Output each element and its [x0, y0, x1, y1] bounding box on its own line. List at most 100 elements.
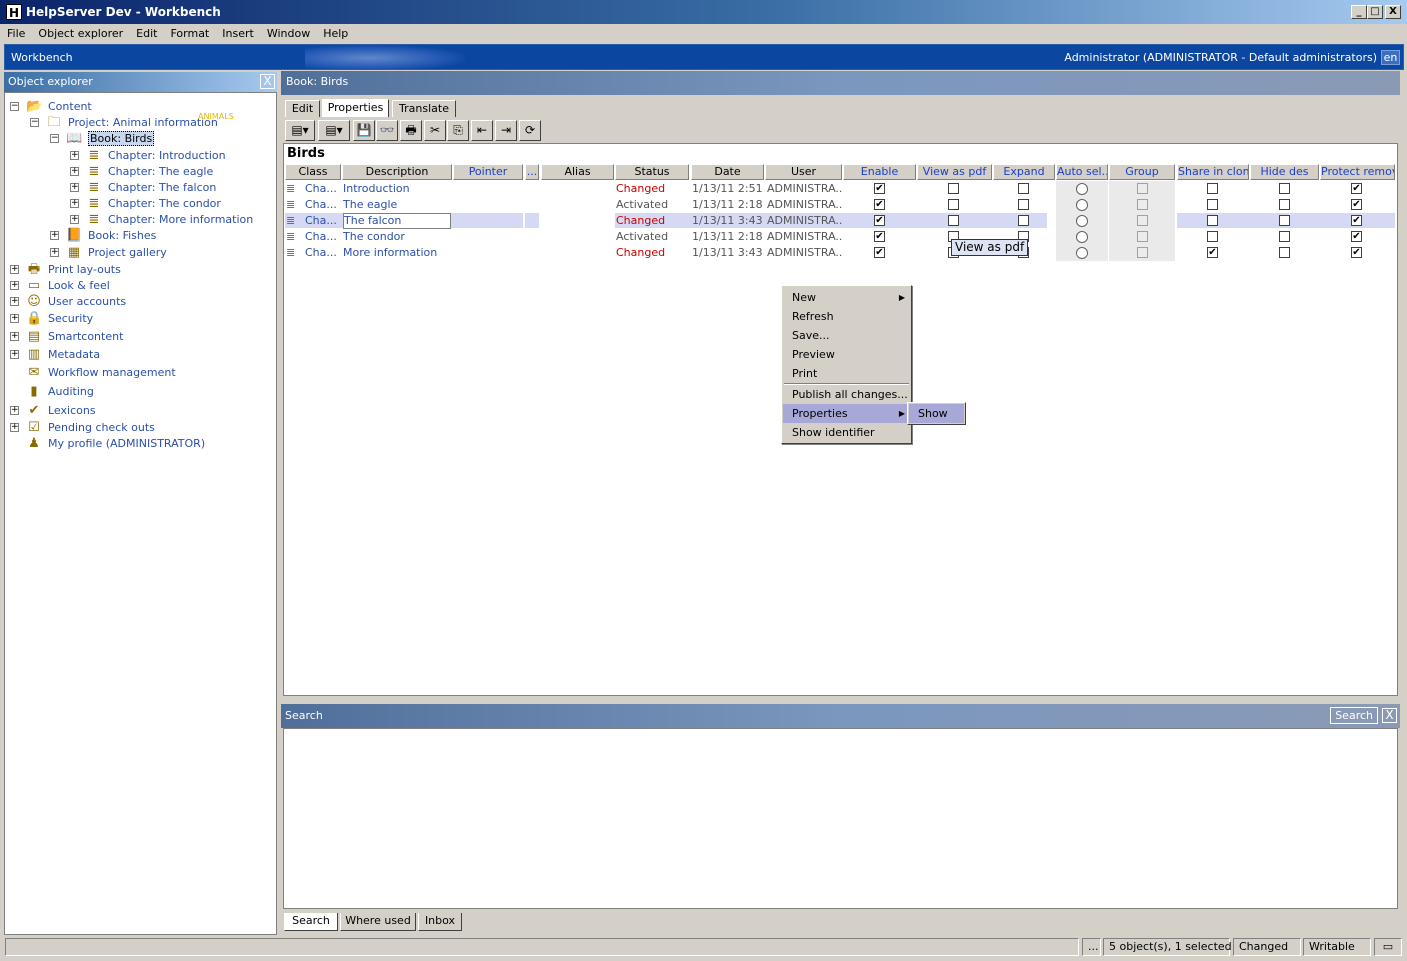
column-header[interactable]: Alias — [541, 164, 614, 180]
context-menu-publish-all[interactable]: Publish all changes... — [783, 385, 910, 404]
checkbox-hide[interactable] — [1279, 247, 1290, 258]
close-window-button[interactable]: X — [1385, 5, 1401, 19]
column-header[interactable]: Date — [691, 164, 764, 180]
bottom-tab-inbox[interactable]: Inbox — [418, 913, 462, 931]
checkbox-enable[interactable]: ✔ — [874, 215, 885, 226]
language-button[interactable]: en — [1381, 50, 1400, 65]
checkbox-pdf[interactable] — [948, 199, 959, 210]
checkbox-expand[interactable] — [1018, 215, 1029, 226]
auto-select-radio[interactable] — [1076, 183, 1088, 195]
checkbox-enable[interactable]: ✔ — [874, 199, 885, 210]
status-dots[interactable]: ... — [1082, 938, 1101, 956]
menu-window[interactable]: Window — [260, 24, 316, 40]
checkbox-pdf[interactable] — [948, 183, 959, 194]
checkbox-protect[interactable]: ✔ — [1351, 215, 1362, 226]
menu-object-explorer[interactable]: Object explorer — [31, 24, 129, 40]
tree-expander-icon[interactable]: + — [10, 406, 19, 415]
indent-button[interactable]: ⇥ — [495, 120, 517, 141]
checkbox-enable[interactable]: ✔ — [874, 183, 885, 194]
context-menu-new[interactable]: New ▶ — [783, 288, 910, 307]
minimize-button[interactable]: _ — [1351, 5, 1367, 19]
auto-select-radio[interactable] — [1076, 247, 1088, 259]
checkbox-share[interactable] — [1207, 231, 1218, 242]
checkbox-hide[interactable] — [1279, 231, 1290, 242]
print-button[interactable]: 🖶 — [400, 120, 422, 141]
checkbox-enable[interactable]: ✔ — [874, 231, 885, 242]
checkbox-expand[interactable] — [1018, 183, 1029, 194]
checkbox-hide[interactable] — [1279, 215, 1290, 226]
checkbox-protect[interactable]: ✔ — [1351, 247, 1362, 258]
tree-expander-icon[interactable]: + — [50, 231, 59, 240]
view-dropdown-button[interactable]: ▤▾ — [318, 120, 350, 141]
column-header[interactable]: Group — [1109, 164, 1175, 180]
column-header[interactable]: Share in clone — [1177, 164, 1249, 180]
checkbox-protect[interactable]: ✔ — [1351, 183, 1362, 194]
column-header[interactable]: Description — [342, 164, 452, 180]
menu-file[interactable]: File — [0, 24, 31, 40]
column-header[interactable]: User — [765, 164, 842, 180]
checkbox-protect[interactable]: ✔ — [1351, 231, 1362, 242]
tree-expander-icon[interactable]: + — [10, 332, 19, 341]
context-menu-preview[interactable]: Preview — [783, 345, 910, 364]
checkbox-share[interactable]: ✔ — [1207, 247, 1218, 258]
tree-expander-icon[interactable]: + — [70, 183, 79, 192]
tree-expander-icon[interactable]: + — [10, 265, 19, 274]
tree-expander-icon[interactable]: + — [70, 167, 79, 176]
outdent-button[interactable]: ⇤ — [471, 120, 493, 141]
explorer-close-icon[interactable]: X — [260, 74, 275, 89]
tree-expander-icon[interactable]: + — [10, 281, 19, 290]
new-dropdown-button[interactable]: ▤▾ — [285, 120, 315, 141]
tree-expander-icon[interactable]: + — [70, 199, 79, 208]
tree-expander-icon[interactable]: + — [70, 215, 79, 224]
column-header[interactable]: Status — [615, 164, 689, 180]
checkbox-hide[interactable] — [1279, 183, 1290, 194]
column-header[interactable]: Hide des — [1250, 164, 1319, 180]
tree-expander-icon[interactable]: + — [70, 151, 79, 160]
menu-edit[interactable]: Edit — [129, 24, 163, 40]
menu-format[interactable]: Format — [163, 24, 215, 40]
copy-button[interactable]: ⎘ — [447, 120, 469, 141]
tree-expander-icon[interactable]: + — [10, 423, 19, 432]
tab-properties[interactable]: Properties — [322, 99, 389, 117]
checkbox-share[interactable] — [1207, 199, 1218, 210]
preview-button[interactable]: 👓 — [376, 120, 398, 141]
column-header[interactable]: Enable — [843, 164, 916, 180]
cut-button[interactable]: ✂ — [424, 120, 446, 141]
checkbox-hide[interactable] — [1279, 199, 1290, 210]
column-header[interactable]: Expand — [993, 164, 1055, 180]
tree-expander-icon[interactable]: + — [10, 297, 19, 306]
column-header[interactable]: Class — [285, 164, 341, 180]
submenu-show[interactable]: Show — [909, 404, 964, 423]
tab-translate[interactable]: Translate — [392, 100, 456, 117]
context-menu-save[interactable]: Save... — [783, 326, 910, 345]
tree-expander-icon[interactable]: + — [10, 314, 19, 323]
tree-expander-icon[interactable]: + — [10, 350, 19, 359]
save-button[interactable]: 💾 — [353, 120, 375, 141]
tree-expander-icon[interactable]: − — [50, 134, 59, 143]
search-button[interactable]: Search — [1330, 707, 1378, 724]
tree-expander-icon[interactable]: − — [10, 102, 19, 111]
menu-help[interactable]: Help — [316, 24, 354, 40]
context-menu-refresh[interactable]: Refresh — [783, 307, 910, 326]
column-header[interactable]: View as pdf — [917, 164, 992, 180]
column-header[interactable]: Pointer — [453, 164, 523, 180]
menu-insert[interactable]: Insert — [215, 24, 260, 40]
column-header[interactable]: Protect remov... — [1320, 164, 1395, 180]
bottom-tab-where-used[interactable]: Where used — [340, 913, 416, 931]
tab-edit[interactable]: Edit — [285, 100, 320, 117]
checkbox-share[interactable] — [1207, 183, 1218, 194]
checkbox-expand[interactable] — [1018, 199, 1029, 210]
auto-select-radio[interactable] — [1076, 231, 1088, 243]
refresh-button[interactable]: ⟳ — [519, 120, 541, 141]
checkbox-pdf[interactable] — [948, 215, 959, 226]
search-close-icon[interactable]: X — [1382, 708, 1397, 723]
context-menu-properties[interactable]: Properties ▶ — [783, 404, 910, 423]
context-menu-print[interactable]: Print — [783, 364, 910, 383]
auto-select-radio[interactable] — [1076, 215, 1088, 227]
tree-expander-icon[interactable]: − — [30, 118, 39, 127]
bottom-tab-search[interactable]: Search — [284, 913, 338, 931]
column-header[interactable]: ... — [525, 164, 539, 180]
checkbox-enable[interactable]: ✔ — [874, 247, 885, 258]
checkbox-share[interactable] — [1207, 215, 1218, 226]
maximize-button[interactable]: □ — [1367, 5, 1383, 19]
